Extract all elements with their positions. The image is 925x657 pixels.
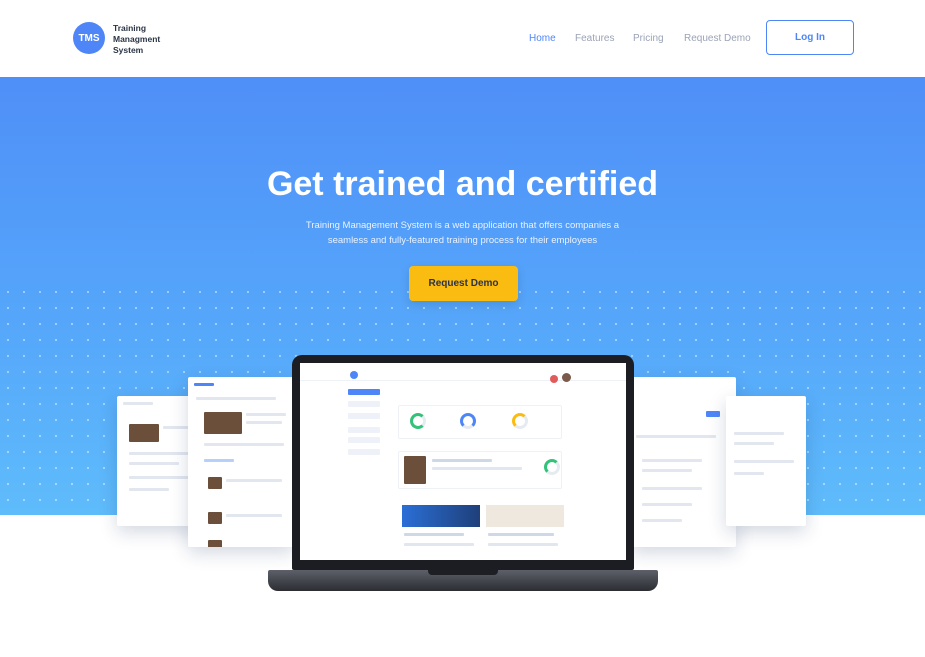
request-demo-button[interactable]: Request Demo xyxy=(409,266,518,301)
app-screenshot-right xyxy=(630,377,736,547)
hero-title: Get trained and certified xyxy=(266,165,659,203)
logo-badge[interactable]: TMS xyxy=(73,22,105,54)
login-button[interactable]: Log In xyxy=(766,20,854,55)
nav-features[interactable]: Features xyxy=(575,33,614,44)
site-header: TMS Training Managment System Home Featu… xyxy=(0,0,925,77)
brand-name[interactable]: Training Managment System xyxy=(113,23,183,56)
nav-pricing[interactable]: Pricing xyxy=(633,33,664,44)
nav-home[interactable]: Home xyxy=(529,33,556,44)
hero-subtitle: Training Management System is a web appl… xyxy=(305,220,620,246)
laptop-screen xyxy=(300,363,626,560)
nav-request-demo[interactable]: Request Demo xyxy=(684,33,751,44)
app-screenshot-far-right xyxy=(726,396,806,526)
app-screenshot-left xyxy=(188,377,294,547)
laptop-notch xyxy=(428,570,498,575)
